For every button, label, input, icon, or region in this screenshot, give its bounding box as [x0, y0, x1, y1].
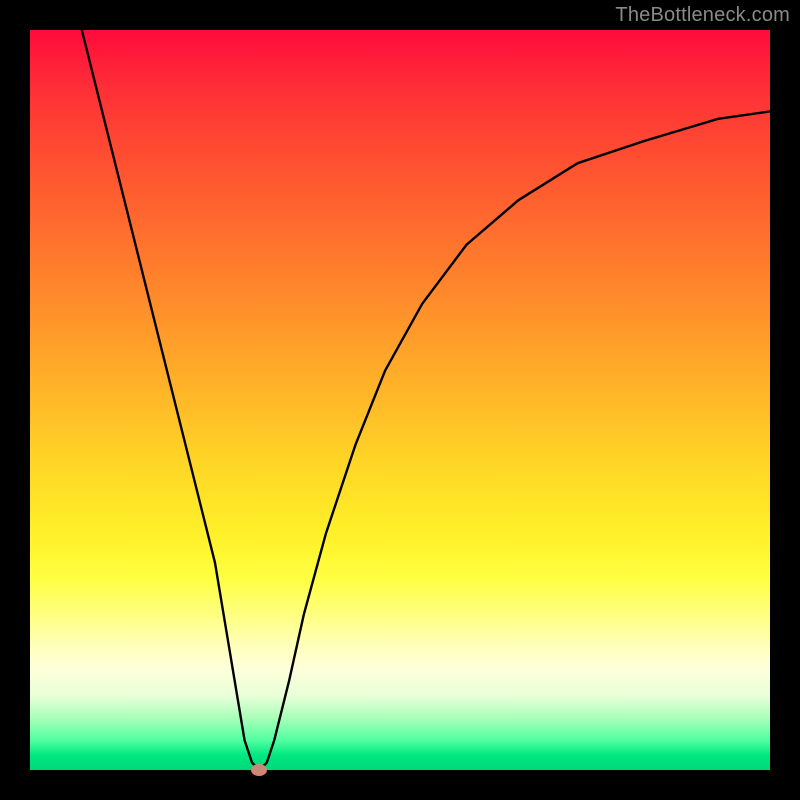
plot-area — [30, 30, 770, 770]
curve-svg — [30, 30, 770, 770]
bottleneck-curve — [82, 30, 770, 770]
chart-container: TheBottleneck.com — [0, 0, 800, 800]
watermark-text: TheBottleneck.com — [615, 4, 790, 27]
optimal-point-marker — [251, 764, 267, 776]
